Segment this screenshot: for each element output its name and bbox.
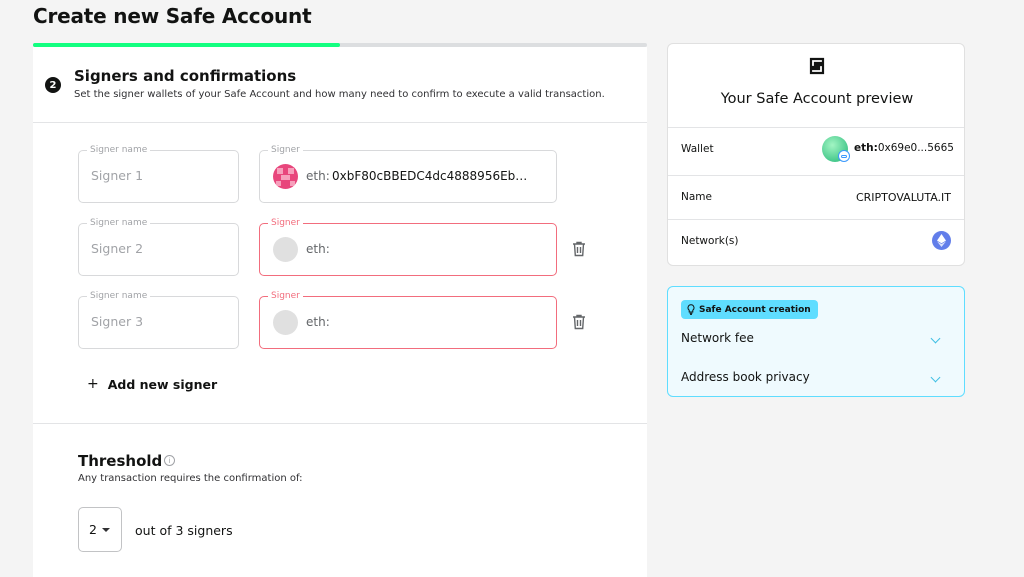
- signer-address-label: Signer: [268, 290, 303, 302]
- section-divider: [33, 423, 647, 424]
- signer-avatar-placeholder: [273, 237, 298, 262]
- signer-name-label: Signer name: [87, 144, 151, 156]
- accordion-label: Address book privacy: [681, 370, 810, 384]
- add-signer-label: Add new signer: [107, 376, 218, 392]
- signer-address: 0xbF80cBBEDC4dc4888956Eb…: [332, 169, 528, 183]
- badge-label: Safe Account creation: [699, 304, 811, 315]
- name-label: Name: [681, 191, 712, 203]
- signer-2-address-field[interactable]: Signer eth:: [259, 217, 557, 276]
- network-label: Network(s): [681, 235, 739, 247]
- safe-logo-icon: [809, 57, 825, 75]
- threshold-select[interactable]: 2: [78, 507, 122, 552]
- address-prefix: eth:: [306, 315, 330, 329]
- add-signer-button[interactable]: + Add new signer: [87, 376, 217, 392]
- preview-title: Your Safe Account preview: [720, 91, 914, 107]
- address-book-privacy-accordion[interactable]: Address book privacy: [681, 370, 953, 394]
- signer-1-name-field[interactable]: Signer name Signer 1: [78, 144, 239, 203]
- info-icon[interactable]: i: [164, 455, 175, 466]
- preview-wallet-row: Wallet eth:0x69e0...5665: [668, 127, 964, 171]
- signers-card: 2 Signers and confirmations Set the sign…: [33, 47, 647, 577]
- step-number: 2: [45, 77, 61, 93]
- ethereum-icon: [932, 231, 951, 250]
- signer-name-placeholder: Signer 1: [91, 168, 144, 183]
- walletconnect-icon: [838, 150, 850, 162]
- safe-creation-badge: Safe Account creation: [681, 300, 818, 319]
- signer-3-address-field[interactable]: Signer eth:: [259, 290, 557, 349]
- threshold-description: Any transaction requires the confirmatio…: [78, 473, 303, 484]
- trash-icon[interactable]: [572, 314, 586, 330]
- network-fee-accordion[interactable]: Network fee: [681, 331, 953, 355]
- step-subtitle: Set the signer wallets of your Safe Acco…: [74, 89, 605, 100]
- address-prefix: eth:: [306, 242, 330, 256]
- threshold-title: Threshold: [78, 452, 163, 470]
- threshold-selected-value: 2: [89, 522, 97, 537]
- signer-name-placeholder: Signer 3: [91, 314, 144, 329]
- safe-preview-card: Your Safe Account preview Wallet eth:0x6…: [667, 43, 965, 266]
- lightbulb-icon: [687, 304, 695, 315]
- preview-network-row: Network(s): [668, 219, 964, 263]
- signer-avatar: [273, 164, 298, 189]
- step-title: Signers and confirmations: [74, 67, 297, 85]
- name-value: CRIPTOVALUTA.IT: [855, 191, 951, 204]
- safe-creation-info-card: Safe Account creation Network fee Addres…: [667, 286, 965, 397]
- trash-icon[interactable]: [572, 241, 586, 257]
- wallet-address[interactable]: eth:0x69e0...5665: [854, 142, 954, 154]
- chevron-down-icon: [930, 333, 941, 344]
- page-title: Create new Safe Account: [33, 4, 312, 28]
- signer-2-name-field[interactable]: Signer name Signer 2: [78, 217, 239, 276]
- chevron-down-icon: [930, 372, 941, 383]
- address-prefix: eth:: [306, 169, 330, 183]
- signer-name-placeholder: Signer 2: [91, 241, 144, 256]
- signer-avatar-placeholder: [273, 310, 298, 335]
- signer-address-label: Signer: [268, 217, 303, 229]
- step-header: 2 Signers and confirmations Set the sign…: [33, 47, 647, 123]
- plus-icon: +: [87, 376, 99, 392]
- wallet-label: Wallet: [681, 143, 714, 155]
- accordion-label: Network fee: [681, 331, 754, 345]
- threshold-suffix: out of 3 signers: [135, 523, 233, 538]
- caret-down-icon: [102, 528, 110, 532]
- signer-1-address-field[interactable]: Signer eth: 0xbF80cBBEDC4dc4888956Eb…: [259, 144, 557, 203]
- signer-3-name-field[interactable]: Signer name Signer 3: [78, 290, 239, 349]
- preview-name-row: Name CRIPTOVALUTA.IT: [668, 175, 964, 219]
- signer-name-label: Signer name: [87, 217, 151, 229]
- signer-name-label: Signer name: [87, 290, 151, 302]
- signer-address-label: Signer: [268, 144, 303, 156]
